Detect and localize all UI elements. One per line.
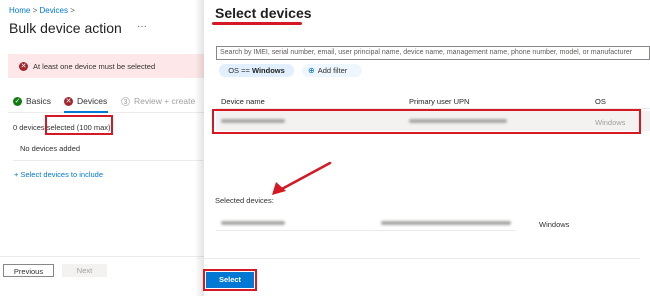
breadcrumb-home[interactable]: Home: [9, 6, 30, 15]
footer-divider: [0, 256, 204, 257]
panel-title: Select devices: [215, 5, 312, 21]
tab-review-label: Review + create: [134, 96, 196, 106]
select-devices-link[interactable]: + Select devices to include: [14, 170, 103, 179]
filter-pill-prefix: OS ==: [228, 66, 252, 75]
page-title: Bulk device action: [9, 20, 122, 36]
divider: [216, 230, 516, 231]
breadcrumb: Home > Devices >: [9, 6, 75, 15]
select-devices-panel: [204, 0, 650, 296]
check-icon: ✓: [13, 97, 22, 107]
redacted-user-upn: [381, 221, 511, 225]
breadcrumb-separator: >: [32, 6, 38, 15]
x-icon: ✕: [64, 97, 73, 107]
panel-footer-divider: [196, 258, 640, 259]
annotation-highlight-box: [203, 269, 257, 291]
column-header-primary-user-upn[interactable]: Primary user UPN: [409, 97, 469, 106]
divider: [13, 160, 203, 161]
breadcrumb-separator: >: [70, 6, 75, 15]
device-search-input[interactable]: Search by IMEI, serial number, email, us…: [216, 46, 650, 60]
annotation-underline: [212, 22, 302, 25]
column-header-device-name[interactable]: Device name: [221, 97, 265, 106]
column-header-os[interactable]: OS: [595, 97, 606, 106]
os-filter-pill[interactable]: OS == Windows: [219, 64, 294, 77]
add-filter-button[interactable]: ⊕ Add filter: [302, 64, 362, 77]
breadcrumb-devices[interactable]: Devices: [39, 6, 67, 15]
tab-devices[interactable]: ✕ Devices: [64, 96, 107, 108]
annotation-highlight-box: [212, 109, 641, 134]
next-button[interactable]: Next: [62, 264, 107, 277]
filter-pill-value: Windows: [251, 66, 285, 75]
tab-devices-label: Devices: [77, 96, 108, 106]
previous-button[interactable]: Previous: [3, 264, 54, 277]
error-icon: ✕: [19, 62, 28, 71]
tab-basics[interactable]: ✓ Basics: [13, 96, 51, 108]
tab-basics-label: Basics: [26, 96, 52, 106]
more-options-icon[interactable]: ···: [137, 21, 147, 32]
no-devices-message: No devices added: [20, 144, 81, 153]
step-number-icon: 3: [121, 97, 130, 107]
annotation-highlight-box: [45, 115, 113, 135]
active-tab-underline: [64, 111, 108, 113]
redacted-device-name: [221, 221, 285, 225]
add-filter-label: Add filter: [317, 66, 348, 75]
selected-row-os-value: Windows: [539, 220, 570, 229]
selected-devices-label: Selected devices:: [215, 196, 274, 205]
add-filter-icon: ⊕: [308, 66, 315, 75]
tab-review-create[interactable]: 3 Review + create: [121, 96, 195, 108]
error-message: At least one device must be selected: [33, 62, 156, 71]
